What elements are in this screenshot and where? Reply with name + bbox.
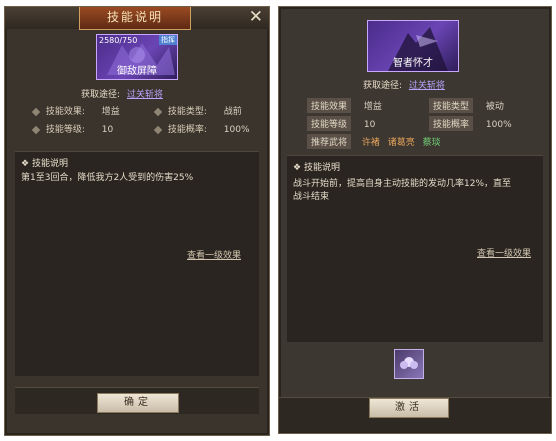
skill-card-badge: 指挥 — [159, 35, 177, 45]
description-text-line-2: 战斗结束 — [293, 192, 330, 202]
prop-rate-label: 技能概率 — [429, 116, 474, 131]
diamond-icon — [31, 107, 41, 116]
prop-type-value: 被动 — [485, 102, 504, 112]
description-text-line-1: 战斗开始前，提高自身主动技能的发动几率12%，直至 — [293, 179, 512, 189]
recommended-general[interactable]: 诸葛亮 — [388, 135, 415, 148]
view-level-one-effect-link[interactable]: 查看一级效果 — [477, 246, 531, 259]
description-title: 技能说明 — [31, 159, 68, 169]
confirm-button[interactable]: 确定 — [97, 393, 179, 413]
prop-rate-value: 100% — [485, 120, 512, 130]
skill-info-dialog-right: 智者怀才 获取途径: 过关斩将 技能效果 增益 技能类型 被动 技能等级 10 … — [278, 6, 552, 434]
skill-card-name: 智者怀才 — [393, 58, 433, 69]
prop-level: 技能等级: 10 — [31, 122, 114, 135]
description-text: 第1至3回合，降低我方2人受到的伤害25% — [21, 173, 194, 183]
acquire-row: 获取途径: 过关斩将 — [81, 87, 163, 100]
prop-level-label: 技能等级 — [307, 116, 352, 131]
prop-level: 技能等级 10 — [307, 116, 375, 131]
skill-props: 技能效果 增益 技能类型 被动 技能等级 10 技能概率 100% 推荐武将 许… — [307, 98, 547, 154]
prop-type: 技能类型: 战前 — [153, 104, 242, 117]
prop-recommended-label: 推荐武将 — [307, 134, 352, 149]
description-title: 技能说明 — [303, 163, 340, 173]
prop-effect-label: 技能效果 — [307, 98, 352, 113]
prop-type: 技能类型 被动 — [429, 98, 504, 113]
prop-rate-value: 100% — [223, 125, 250, 135]
prop-level-value: 10 — [101, 125, 114, 135]
acquire-link[interactable]: 过关斩将 — [409, 81, 445, 91]
description-header: ❖ 技能说明 — [21, 156, 68, 169]
recommended-general[interactable]: 许褚 — [362, 135, 380, 148]
prop-rate-label: 技能概率: — [167, 125, 207, 135]
acquire-label: 获取途径: — [363, 81, 403, 91]
skill-props: 技能效果: 增益 技能类型: 战前 技能等级: 10 技能概率: 100% — [31, 104, 263, 144]
view-level-one-effect-link[interactable]: 查看一级效果 — [187, 248, 241, 261]
description-box: ❖ 技能说明 第1至3回合，降低我方2人受到的伤害25% 查看一级效果 — [15, 151, 259, 376]
prop-type-value: 战前 — [223, 107, 242, 117]
dialog-titlebar: 技能说明 ✕ — [5, 7, 269, 30]
recommended-general[interactable]: 蔡琰 — [423, 135, 441, 148]
prop-effect-value: 增益 — [101, 107, 120, 117]
prop-rate: 技能概率 100% — [429, 116, 512, 131]
skill-card-count: 2580/750 — [99, 36, 138, 45]
skill-card-name: 御敌屏障 — [117, 66, 157, 77]
skill-item-icon[interactable] — [394, 349, 424, 379]
acquire-label: 获取途径: — [81, 90, 121, 100]
dialog-title: 技能说明 — [79, 7, 191, 30]
description-box: ❖ 技能说明 战斗开始前，提高自身主动技能的发动几率12%，直至 战斗结束 查看… — [287, 155, 543, 342]
prop-effect-value: 增益 — [363, 102, 382, 112]
diamond-icon — [31, 125, 41, 134]
close-icon[interactable]: ✕ — [249, 8, 263, 26]
skill-card: 智者怀才 — [367, 20, 459, 72]
activate-button[interactable]: 激活 — [369, 398, 449, 418]
bullet-icon: ❖ — [21, 159, 32, 169]
prop-effect-label: 技能效果: — [45, 107, 85, 117]
prop-effect: 技能效果: 增益 — [31, 104, 120, 117]
acquire-row: 获取途径: 过关斩将 — [363, 78, 445, 91]
prop-rate: 技能概率: 100% — [153, 122, 250, 135]
skill-card: 2580/750 指挥 御敌屏障 — [96, 34, 178, 80]
prop-level-value: 10 — [363, 120, 376, 130]
prop-level-label: 技能等级: — [45, 125, 85, 135]
description-header: ❖ 技能说明 — [293, 160, 340, 173]
flower-icon — [400, 357, 418, 369]
diamond-icon — [153, 107, 163, 116]
bullet-icon: ❖ — [293, 163, 304, 173]
prop-type-label: 技能类型: — [167, 107, 207, 117]
prop-recommended: 推荐武将 许褚 诸葛亮 蔡琰 — [307, 134, 445, 149]
acquire-link[interactable]: 过关斩将 — [127, 90, 163, 100]
diamond-icon — [153, 125, 163, 134]
skill-info-dialog-left: 技能说明 ✕ 2580/750 指挥 御敌屏障 获取途径: 过关斩将 技能效果:… — [4, 6, 270, 436]
prop-effect: 技能效果 增益 — [307, 98, 382, 113]
prop-type-label: 技能类型 — [429, 98, 474, 113]
